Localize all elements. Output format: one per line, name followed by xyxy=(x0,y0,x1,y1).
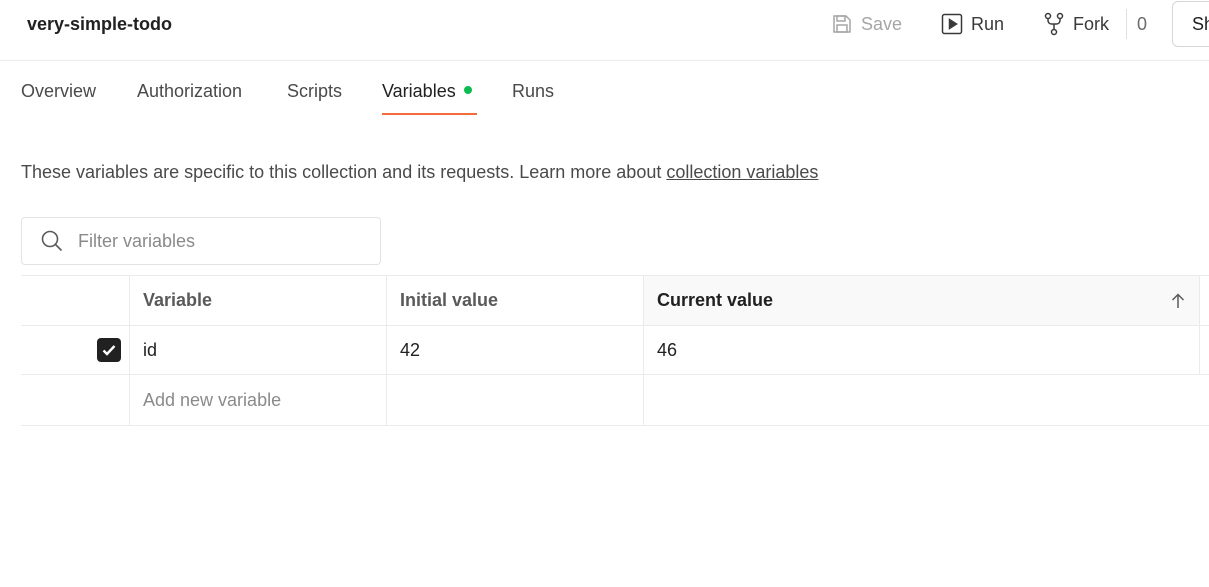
header-checkbox-cell xyxy=(21,276,129,325)
variable-name-cell[interactable]: id xyxy=(129,326,386,374)
tab-variables-label: Variables xyxy=(382,81,456,101)
column-header-current-value[interactable]: Current value xyxy=(643,276,1199,325)
fork-icon xyxy=(1043,12,1065,36)
enabled-checkbox[interactable] xyxy=(97,338,121,362)
add-new-variable-input[interactable]: Add new variable xyxy=(129,375,386,425)
save-label: Save xyxy=(861,13,903,34)
unsaved-dot-icon xyxy=(463,86,472,95)
header-end-cell xyxy=(1199,276,1209,325)
save-button[interactable]: Save xyxy=(831,10,902,38)
table-row: id 42 46 xyxy=(21,326,1209,375)
current-value-header-label: Current value xyxy=(657,290,774,310)
fork-count[interactable]: 0 xyxy=(1137,12,1147,36)
collection-tabs: Overview Authorization Scripts Variables… xyxy=(0,62,1209,116)
save-icon xyxy=(831,13,853,35)
play-icon xyxy=(941,13,963,35)
row-checkbox-cell xyxy=(21,326,129,374)
row-end-cell xyxy=(1199,326,1209,374)
sort-arrow-up-icon[interactable] xyxy=(1169,292,1187,310)
tab-scripts[interactable]: Scripts xyxy=(287,79,342,103)
add-variable-row: Add new variable xyxy=(21,375,1209,426)
collection-variables-link[interactable]: collection variables xyxy=(666,162,818,182)
add-initial-value-cell[interactable] xyxy=(386,375,643,425)
collection-title[interactable]: very-simple-todo xyxy=(27,12,172,36)
filter-variables-input[interactable] xyxy=(76,229,366,253)
tab-variables[interactable]: Variables xyxy=(382,79,472,103)
add-row-checkbox-cell xyxy=(21,375,129,425)
active-tab-indicator xyxy=(382,113,477,115)
tab-overview[interactable]: Overview xyxy=(21,79,96,103)
tab-authorization[interactable]: Authorization xyxy=(137,79,242,103)
run-label: Run xyxy=(971,13,1005,34)
fork-button[interactable]: Fork xyxy=(1043,10,1109,38)
add-current-value-cell[interactable] xyxy=(643,375,1199,425)
search-icon xyxy=(40,229,64,253)
share-button[interactable]: Sh xyxy=(1172,1,1209,47)
run-button[interactable]: Run xyxy=(941,10,1004,38)
checkmark-icon xyxy=(102,345,116,356)
table-header-row: Variable Initial value Current value xyxy=(21,275,1209,326)
column-header-variable: Variable xyxy=(129,276,386,325)
column-header-initial-value: Initial value xyxy=(386,276,643,325)
fork-divider xyxy=(1126,9,1127,39)
fork-label: Fork xyxy=(1073,13,1109,34)
filter-variables-box[interactable] xyxy=(21,217,381,265)
initial-value-cell[interactable]: 42 xyxy=(386,326,643,374)
tab-runs[interactable]: Runs xyxy=(512,79,554,103)
variables-table: Variable Initial value Current value id … xyxy=(21,275,1209,426)
description-text: These variables are specific to this col… xyxy=(21,162,667,182)
current-value-cell[interactable]: 46 xyxy=(643,326,1199,374)
variables-description: These variables are specific to this col… xyxy=(21,160,818,184)
collection-header: very-simple-todo Save Run Fork 0 S xyxy=(0,0,1209,61)
